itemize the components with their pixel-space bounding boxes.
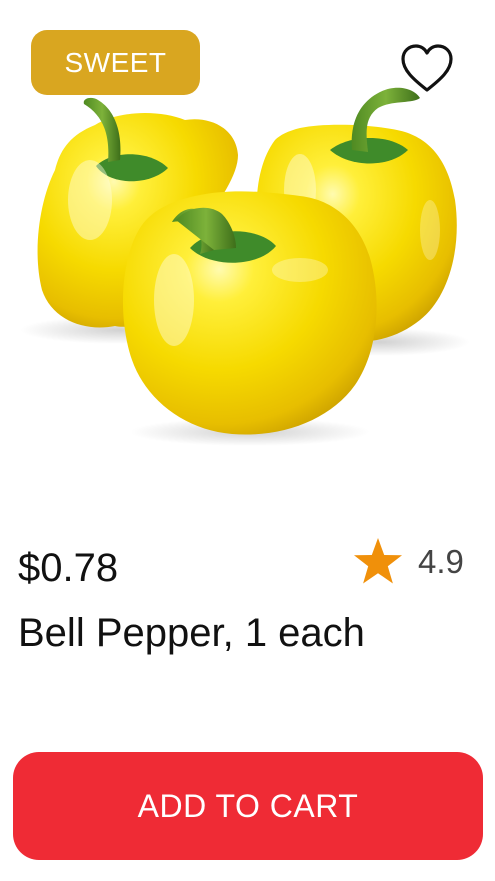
product-rating: 4.9 [352, 536, 464, 588]
product-price: $0.78 [18, 546, 119, 590]
product-card: SWEET $0.78 4.9 Bell Pepper, 1 each ADD … [0, 0, 495, 881]
add-to-cart-button[interactable]: ADD TO CART [13, 752, 483, 860]
product-name: Bell Pepper, 1 each [18, 611, 365, 655]
heart-outline-icon [401, 44, 453, 92]
product-tag-badge: SWEET [31, 30, 200, 95]
rating-value: 4.9 [418, 543, 464, 580]
favorite-button[interactable] [398, 40, 456, 96]
star-icon [354, 538, 402, 584]
